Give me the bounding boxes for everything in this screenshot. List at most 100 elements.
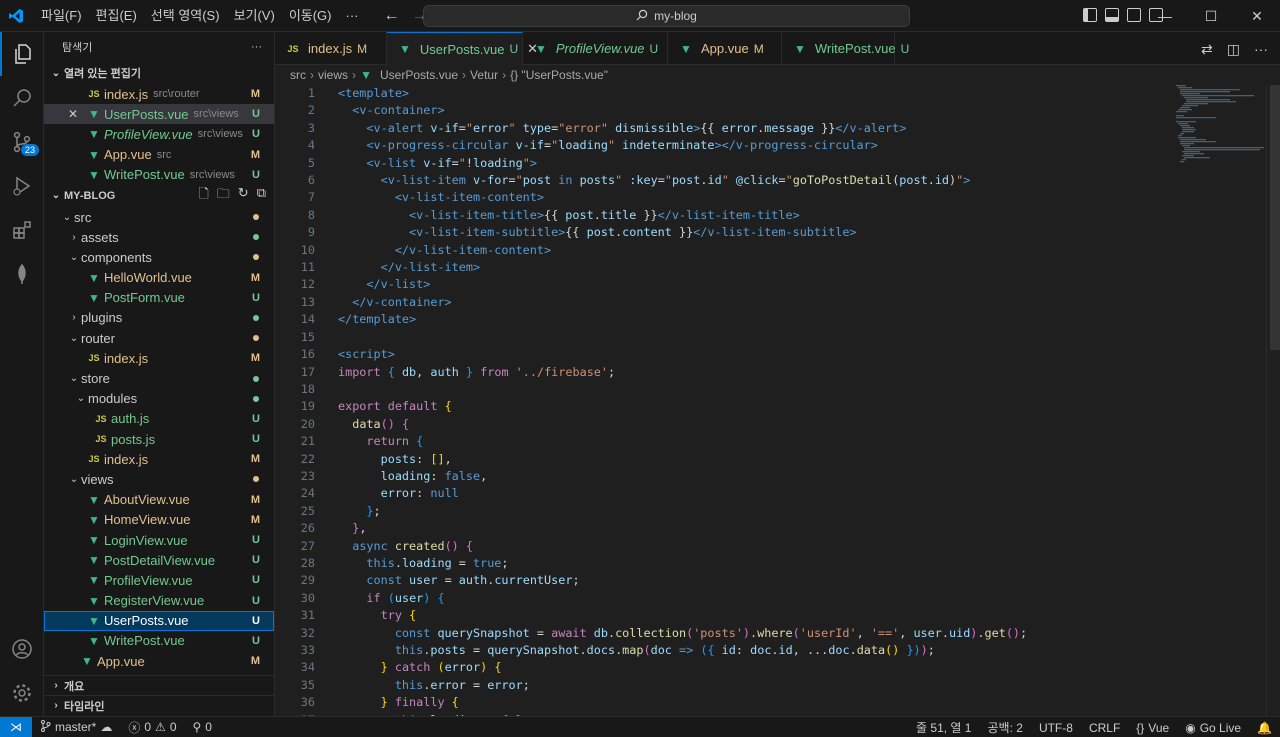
code-line[interactable]: if (user) {	[338, 590, 1170, 607]
folder-item[interactable]: › plugins	[44, 308, 274, 328]
code-line[interactable]: <template>	[338, 85, 1170, 102]
settings-gear-icon[interactable]	[0, 671, 44, 715]
code-line[interactable]: </v-list-item-content>	[338, 242, 1170, 259]
file-item[interactable]: ▼ App.vue M	[44, 651, 274, 671]
code-line[interactable]: <v-container>	[338, 102, 1170, 119]
notifications-icon[interactable]: 🔔	[1249, 721, 1280, 735]
code-line[interactable]: this.posts = querySnapshot.docs.map(doc …	[338, 642, 1170, 659]
open-editor-item[interactable]: ✕ ▼ UserPosts.vue src\views U	[44, 104, 274, 125]
maximize-icon[interactable]: ☐	[1188, 0, 1234, 32]
indentation[interactable]: 공백: 2	[980, 719, 1031, 736]
editor-tab[interactable]: ▼ ProfileView.vue U	[523, 32, 668, 65]
code-line[interactable]: export default {	[338, 398, 1170, 415]
editor-tab[interactable]: ▼ UserPosts.vue U ✕	[387, 32, 538, 65]
open-editor-item[interactable]: JS index.js src\router M	[44, 84, 274, 104]
code-line[interactable]: loading: false,	[338, 468, 1170, 485]
code-line[interactable]: <v-list-item v-for="post in posts" :key=…	[338, 172, 1170, 189]
mongodb-leaf-icon[interactable]	[0, 252, 44, 296]
code-line[interactable]: } finally {	[338, 694, 1170, 711]
ports-indicator[interactable]: ⚲ 0	[185, 720, 220, 734]
end-of-line[interactable]: CRLF	[1081, 721, 1128, 735]
code-line[interactable]: <v-progress-circular v-if="loading" inde…	[338, 137, 1170, 154]
file-item[interactable]: ▼ HelloWorld.vue M	[44, 268, 274, 288]
menu-item[interactable]: ···	[339, 0, 366, 32]
code-line[interactable]: error: null	[338, 485, 1170, 502]
folder-item[interactable]: ⌄ components	[44, 247, 274, 267]
code-line[interactable]: import { db, auth } from '../firebase';	[338, 364, 1170, 381]
breadcrumb-item[interactable]: UserPosts.vue	[380, 68, 458, 82]
command-center-search[interactable]: my-blog	[423, 5, 910, 27]
code-line[interactable]: <v-list v-if="!loading">	[338, 155, 1170, 172]
menu-item[interactable]: 보기(V)	[227, 0, 282, 32]
back-arrow-icon[interactable]: ←	[384, 7, 400, 25]
folder-item[interactable]: ⌄ modules	[44, 389, 274, 409]
file-item[interactable]: ▼ LoginView.vue U	[44, 530, 274, 550]
code-line[interactable]: };	[338, 503, 1170, 520]
code-line[interactable]: <v-list-item-subtitle>{{ post.content }}…	[338, 224, 1170, 241]
refresh-icon[interactable]: ↻	[238, 185, 249, 207]
folder-item[interactable]: ⌄ store	[44, 368, 274, 388]
toggle-primary-sidebar-icon[interactable]	[1083, 8, 1097, 22]
collapse-all-icon[interactable]: ⧉	[257, 185, 266, 207]
breadcrumb-item[interactable]: Vetur	[470, 68, 498, 82]
code-line[interactable]: this.loading = true;	[338, 555, 1170, 572]
code-line[interactable]: </template>	[338, 311, 1170, 328]
code-line[interactable]: posts: [],	[338, 451, 1170, 468]
code-line[interactable]: } catch (error) {	[338, 659, 1170, 676]
branch-indicator[interactable]: master* ☁	[32, 719, 120, 735]
open-changes-icon[interactable]: ⇄	[1201, 41, 1213, 58]
file-item[interactable]: ▼ RegisterView.vue U	[44, 591, 274, 611]
code-line[interactable]: return {	[338, 433, 1170, 450]
source-control-icon[interactable]: 23	[0, 120, 44, 164]
more-actions-icon[interactable]: ···	[1254, 41, 1268, 58]
code-lines[interactable]: <template> <v-container> <v-alert v-if="…	[338, 85, 1170, 716]
file-item[interactable]: ▼ PostDetailView.vue U	[44, 550, 274, 570]
breadcrumb-item[interactable]: views	[318, 68, 348, 82]
code-line[interactable]: this.error = error;	[338, 677, 1170, 694]
code-line[interactable]: <v-alert v-if="error" type="error" dismi…	[338, 120, 1170, 137]
folder-item[interactable]: ⌄ src	[44, 207, 274, 227]
search-icon[interactable]	[0, 76, 44, 120]
language-mode[interactable]: {} Vue	[1128, 721, 1177, 735]
account-icon[interactable]	[0, 627, 44, 671]
project-section[interactable]: ⌄ MY-BLOG 🗋 🗀 ↻ ⧉	[44, 185, 274, 207]
code-line[interactable]: <v-list-item-content>	[338, 189, 1170, 206]
code-line[interactable]: const querySnapshot = await db.collectio…	[338, 625, 1170, 642]
code-line[interactable]: <script>	[338, 346, 1170, 363]
split-editor-icon[interactable]: ◫	[1227, 41, 1240, 58]
run-debug-icon[interactable]	[0, 164, 44, 208]
outline-section[interactable]: › 개요	[44, 675, 275, 695]
remote-indicator-icon[interactable]: ⋊	[0, 716, 32, 737]
new-folder-icon[interactable]: 🗀	[217, 185, 230, 207]
open-editor-item[interactable]: ▼ ProfileView.vue src\views U	[44, 124, 274, 144]
problems-indicator[interactable]: ⓧ 0 ⚠ 0	[120, 719, 184, 736]
code-editor[interactable]: 1 2 3 4 5 6 7 8 9 10 11 12 13 14 15 16 17 18 19 20 21 22 23 24 2…	[275, 85, 1280, 716]
file-item[interactable]: JS posts.js U	[44, 429, 274, 449]
editor-tab[interactable]: ▼ WritePost.vue U	[782, 32, 909, 65]
close-icon[interactable]: ✕	[68, 107, 88, 121]
folder-item[interactable]: › assets	[44, 227, 274, 247]
file-item[interactable]: JS index.js M	[44, 348, 274, 368]
code-line[interactable]: async created() {	[338, 538, 1170, 555]
cursor-position[interactable]: 줄 51, 열 1	[908, 719, 979, 736]
code-line[interactable]: data() {	[338, 416, 1170, 433]
go-live-button[interactable]: ◉ Go Live	[1177, 721, 1249, 735]
minimize-icon[interactable]: —	[1142, 0, 1188, 32]
new-file-icon[interactable]: 🗋	[198, 185, 208, 207]
code-line[interactable]: <v-list-item-title>{{ post.title }}</v-l…	[338, 207, 1170, 224]
menu-item[interactable]: 이동(G)	[282, 0, 339, 32]
toggle-secondary-sidebar-icon[interactable]	[1127, 8, 1141, 22]
open-editor-item[interactable]: ▼ WritePost.vue src\views U	[44, 165, 274, 185]
editor-tab[interactable]: ▼ App.vue M	[668, 32, 782, 65]
scrollbar-thumb[interactable]	[1270, 85, 1280, 350]
code-line[interactable]: </v-container>	[338, 294, 1170, 311]
code-line[interactable]: try {	[338, 607, 1170, 624]
open-editor-item[interactable]: ▼ App.vue src M	[44, 145, 274, 165]
vertical-scrollbar[interactable]	[1266, 85, 1280, 716]
file-item[interactable]: ▼ WritePost.vue U	[44, 631, 274, 651]
folder-item[interactable]: ⌄ views	[44, 469, 274, 489]
code-line[interactable]: </v-list-item>	[338, 259, 1170, 276]
timeline-section[interactable]: › 타임라인	[44, 695, 275, 715]
file-item[interactable]: JS auth.js U	[44, 409, 274, 429]
file-item[interactable]: ▼ HomeView.vue M	[44, 510, 274, 530]
